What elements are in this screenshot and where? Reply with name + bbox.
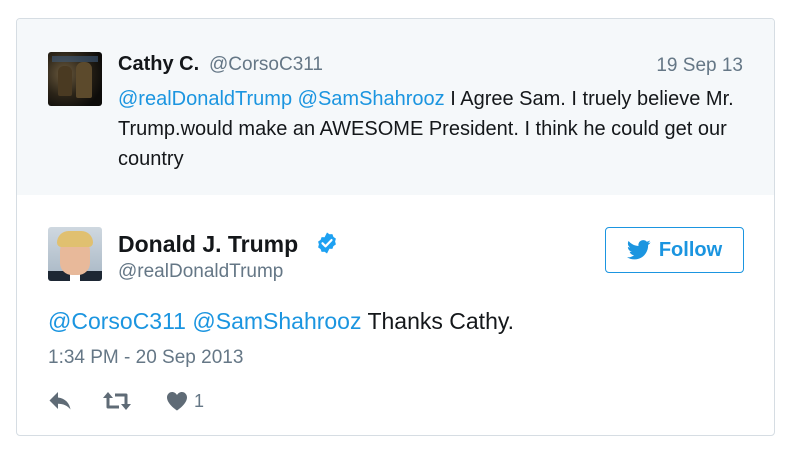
verified-badge-icon xyxy=(318,232,336,254)
quoted-tweet-text: @realDonaldTrump @SamShahrooz I Agree Sa… xyxy=(118,84,758,174)
mention-link[interactable]: @CorsoC311 xyxy=(48,308,186,334)
tweet-embed-card: Cathy C. @CorsoC311 19 Sep 13 @realDonal… xyxy=(16,18,775,436)
quoted-tweet[interactable]: Cathy C. @CorsoC311 19 Sep 13 @realDonal… xyxy=(17,19,774,195)
author-name[interactable]: Donald J. Trump xyxy=(118,231,298,258)
tweet-timestamp[interactable]: 1:34 PM - 20 Sep 2013 xyxy=(48,347,243,369)
tweet-actions: 1 xyxy=(48,387,204,415)
tweet-text: @CorsoC311 @SamShahrooz Thanks Cathy. xyxy=(48,308,514,335)
mention-link[interactable]: @SamShahrooz xyxy=(298,88,445,110)
like-button[interactable]: 1 xyxy=(166,391,204,412)
quoted-author-name[interactable]: Cathy C. xyxy=(118,53,199,76)
tweet-body: Thanks Cathy. xyxy=(361,308,515,334)
retweet-icon xyxy=(103,392,131,410)
quoted-author-handle[interactable]: @CorsoC311 xyxy=(209,54,323,76)
mention-link[interactable]: @SamShahrooz xyxy=(192,308,361,334)
quoted-tweet-date[interactable]: 19 Sep 13 xyxy=(656,55,743,77)
like-count: 1 xyxy=(194,390,205,411)
author-avatar[interactable] xyxy=(48,227,102,281)
retweet-button[interactable] xyxy=(102,390,132,412)
reply-button[interactable] xyxy=(48,390,74,412)
twitter-bird-icon xyxy=(626,240,651,260)
mention-link[interactable]: @realDonaldTrump xyxy=(118,88,292,110)
follow-button[interactable]: Follow xyxy=(605,227,744,273)
heart-icon xyxy=(167,392,187,411)
follow-button-label: Follow xyxy=(658,238,723,261)
avatar[interactable] xyxy=(48,52,102,106)
reply-icon xyxy=(49,392,71,410)
author-handle[interactable]: @realDonaldTrump xyxy=(118,261,283,283)
